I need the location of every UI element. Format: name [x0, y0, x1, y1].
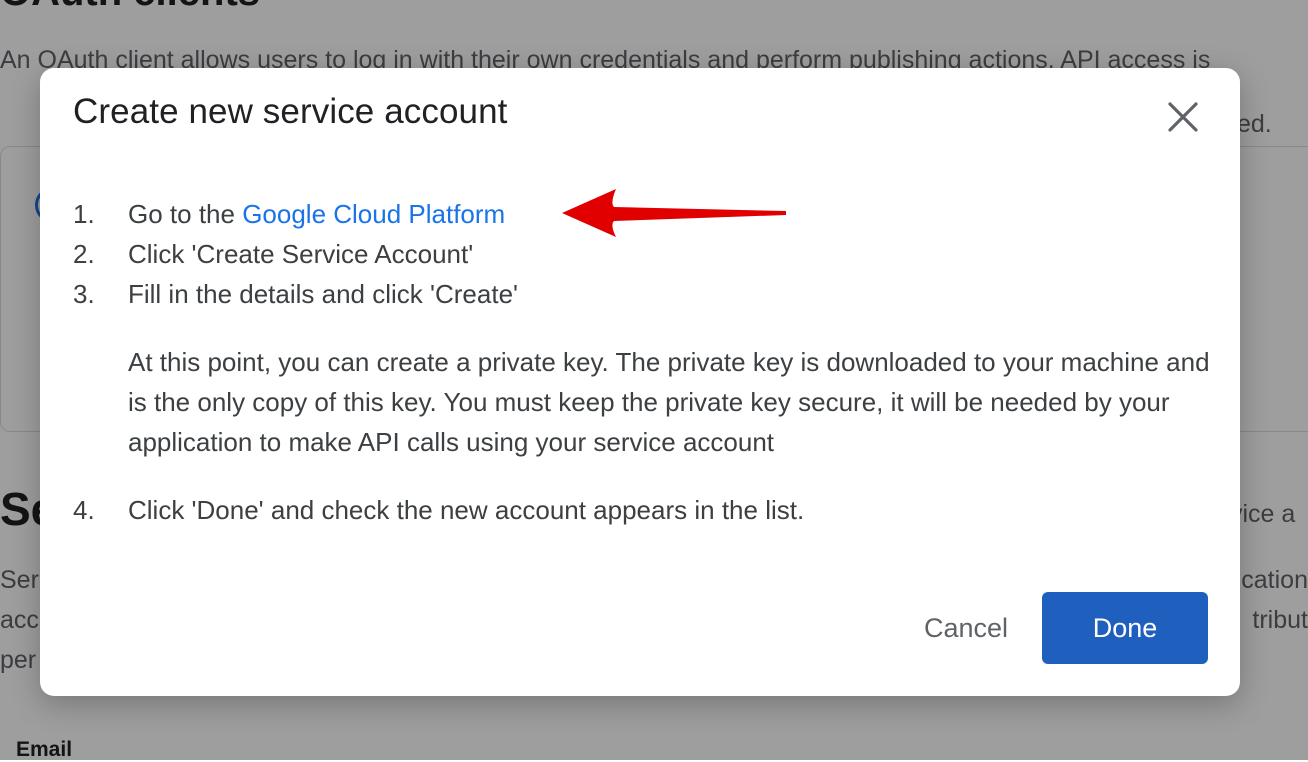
close-icon [1168, 102, 1198, 132]
dialog-title: Create new service account [73, 92, 508, 131]
step-text: Go to the [128, 199, 243, 229]
private-key-note: At this point, you can create a private … [128, 347, 1210, 457]
done-button[interactable]: Done [1042, 592, 1208, 664]
red-arrow-annotation-icon [562, 189, 786, 237]
step-4: 4. Click 'Done' and check the new accoun… [73, 490, 1223, 530]
step-number: 2. [73, 239, 95, 269]
dialog-actions: Cancel Done [890, 592, 1208, 664]
step-3: 3. Fill in the details and click 'Create… [73, 274, 1223, 314]
step-number: 3. [73, 279, 95, 309]
step-text: Click 'Done' and check the new account a… [128, 495, 805, 525]
cancel-button[interactable]: Cancel [890, 592, 1042, 664]
step-number: 1. [73, 199, 95, 229]
google-cloud-platform-link[interactable]: Google Cloud Platform [242, 199, 505, 229]
step-text: Fill in the details and click 'Create' [128, 279, 518, 309]
create-service-account-dialog: Create new service account 1. Go to the … [40, 68, 1240, 696]
instruction-steps: 1. Go to the Google Cloud Platform 2. Cl… [73, 194, 1223, 530]
step-number: 4. [73, 495, 95, 525]
close-button[interactable] [1162, 96, 1204, 138]
